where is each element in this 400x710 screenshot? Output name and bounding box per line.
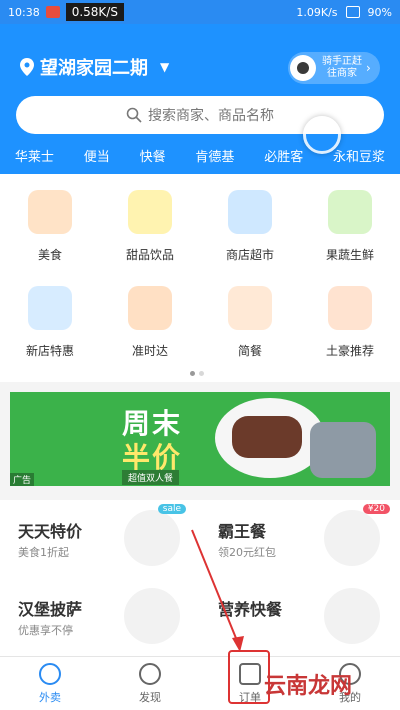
location-name: 望湖家园二期 (40, 58, 148, 79)
search-icon (126, 107, 142, 123)
quick-link[interactable]: 肯德基 (195, 146, 234, 165)
wifi-icon (345, 6, 360, 18)
quick-link[interactable]: 华莱士 (15, 146, 54, 165)
banner-fish-image (310, 422, 376, 478)
chicken-icon (328, 286, 372, 330)
notification-icon (45, 6, 60, 18)
category-simple-meal[interactable]: 简餐 (200, 286, 300, 382)
compass-icon (139, 662, 161, 685)
touch-indicator (303, 116, 341, 154)
category-fresh[interactable]: 果蔬生鲜 (300, 190, 400, 286)
promo-free-meal[interactable]: 霸王餐 领20元红包 ¥20 (200, 500, 400, 578)
app-header: 望湖家园二期 ▼ 骑手正赶 往商家 › 搜索商家、商品名称 华莱士 便当 快餐 … (0, 24, 400, 174)
ontime-icon (128, 286, 172, 330)
banner-tag: 超值双人餐 (122, 470, 180, 485)
meal-icon (228, 286, 272, 330)
location-selector[interactable]: 望湖家园二期 ▼ (20, 54, 169, 80)
banner-steak-image (232, 416, 302, 458)
coupon-badge: ¥20 (362, 504, 390, 514)
free-meal-image (324, 510, 380, 566)
ad-label: 广告 (10, 473, 35, 486)
fruit-icon (328, 190, 372, 234)
category-recommend[interactable]: 土豪推荐 (300, 286, 400, 382)
new-store-icon (28, 286, 72, 330)
quick-link[interactable]: 永和豆浆 (333, 146, 385, 165)
healthy-meal-image (324, 588, 380, 644)
battery-level: 90% (367, 5, 392, 19)
rider-status-button[interactable]: 骑手正赶 往商家 › (288, 52, 380, 84)
sale-badge: sale (157, 504, 186, 514)
promo-section: 天天特价 美食1折起 sale 霸王餐 领20元红包 ¥20 汉堡披萨 优惠享不… (0, 500, 400, 656)
caret-down-icon: ▼ (160, 60, 170, 74)
rider-avatar (290, 55, 316, 81)
quick-link[interactable]: 便当 (84, 146, 110, 165)
page-dots (190, 371, 204, 376)
tab-takeout[interactable]: 外卖 (0, 657, 100, 710)
category-food[interactable]: 美食 (0, 190, 100, 286)
category-drinks[interactable]: 甜品饮品 (100, 190, 200, 286)
deal-food-image (124, 510, 180, 566)
burger-image (124, 588, 180, 644)
quick-links: 华莱士 便当 快餐 肯德基 必胜客 永和豆浆 (0, 142, 400, 168)
rider-status-line2: 往商家 (327, 68, 357, 79)
category-new-store[interactable]: 新店特惠 (0, 286, 100, 382)
network-speed: 1.09K/s (296, 5, 338, 19)
drink-icon (128, 190, 172, 234)
chevron-right-icon: › (366, 61, 371, 75)
watermark-text: 云南龙网 (264, 674, 353, 699)
status-time: 10:38 (8, 5, 40, 19)
takeout-icon (39, 662, 61, 685)
promo-banner[interactable]: 周末 半价 超值双人餐 广告 (10, 392, 390, 486)
food-icon (28, 190, 72, 234)
location-pin-icon (20, 58, 34, 76)
quick-link[interactable]: 必胜客 (264, 146, 303, 165)
status-bar: 10:38 0.58K/S 1.09K/s 90% (0, 0, 400, 24)
category-grid: 美食 甜品饮品 商店超市 果蔬生鲜 新店特惠 准时达 简餐 土豪推荐 (0, 174, 400, 382)
basket-icon (228, 190, 272, 234)
category-ontime[interactable]: 准时达 (100, 286, 200, 382)
speed-indicator: 0.58K/S (65, 3, 124, 21)
search-placeholder: 搜索商家、商品名称 (148, 108, 274, 124)
category-market[interactable]: 商店超市 (200, 190, 300, 286)
quick-link[interactable]: 快餐 (140, 146, 166, 165)
promo-daily-deals[interactable]: 天天特价 美食1折起 sale (0, 500, 200, 578)
promo-burger-pizza[interactable]: 汉堡披萨 优惠享不停 (0, 578, 200, 656)
rider-status-line1: 骑手正赶 (322, 56, 362, 67)
promo-healthy-meal[interactable]: 营养快餐 (200, 578, 400, 656)
tab-discover[interactable]: 发现 (100, 657, 200, 710)
